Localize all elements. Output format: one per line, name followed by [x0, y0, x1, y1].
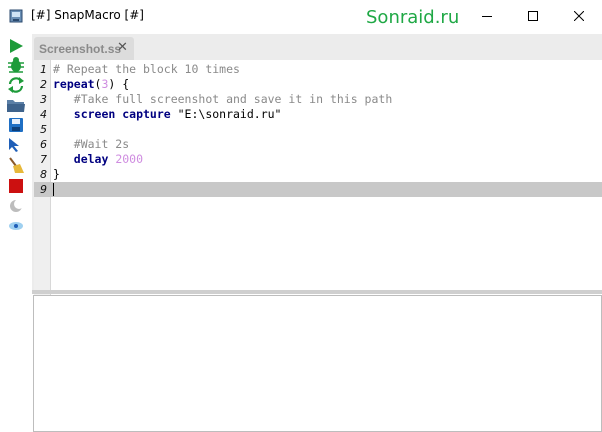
minimize-button[interactable] — [464, 0, 510, 32]
editor-panel: Screenshot.ss ✕ 1 # Repeat the block 10 t… — [32, 34, 602, 296]
tab-label: Screenshot.ss — [39, 42, 122, 56]
line-number: 4 — [40, 108, 47, 121]
run-button[interactable] — [7, 37, 25, 55]
pointer-button[interactable] — [7, 136, 25, 154]
clear-button[interactable] — [7, 156, 25, 174]
code-line[interactable]: 1 # Repeat the block 10 times — [34, 62, 602, 77]
line-number: 7 — [40, 153, 47, 166]
save-button[interactable] — [7, 116, 25, 134]
code-token: #Take full screenshot and save it in thi… — [53, 92, 393, 106]
line-number: 5 — [40, 123, 47, 136]
code-line[interactable]: 7 delay 2000 — [34, 152, 602, 167]
code-token: repeat — [53, 77, 95, 91]
line-text: # Repeat the block 10 times — [53, 62, 240, 77]
code-token: "E:\sonraid.ru" — [177, 107, 282, 121]
tab-bar: Screenshot.ss ✕ — [32, 34, 602, 60]
save-icon — [9, 118, 23, 132]
line-number: 9 — [40, 183, 47, 196]
code-token: # Repeat the block 10 times — [53, 62, 240, 76]
maximize-button[interactable] — [510, 0, 556, 32]
line-text: delay 2000 — [53, 152, 143, 167]
eye-icon — [9, 222, 23, 230]
stop-icon — [9, 179, 23, 193]
night-mode-button[interactable] — [7, 197, 25, 215]
reload-icon — [8, 77, 24, 93]
code-line[interactable]: 5 — [34, 122, 602, 137]
stop-button[interactable] — [7, 177, 25, 195]
code-token: screen capture — [53, 107, 178, 121]
code-token: delay — [53, 152, 116, 166]
line-text: #Take full screenshot and save it in thi… — [53, 92, 393, 107]
code-line[interactable]: 8} — [34, 167, 602, 182]
code-line[interactable]: 3 #Take full screenshot and save it in t… — [34, 92, 602, 107]
open-folder-icon — [7, 100, 25, 112]
code-line[interactable]: 2 repeat(3) { — [34, 77, 602, 92]
code-token: 2000 — [115, 152, 144, 166]
panel-splitter[interactable] — [32, 290, 602, 294]
line-text: screen capture "E:\sonraid.ru" — [53, 107, 282, 122]
text-caret — [53, 183, 54, 196]
window-title: [#] SnapMacro [#] — [31, 8, 144, 22]
pointer-icon — [9, 138, 19, 152]
line-text: #Wait 2s — [53, 137, 129, 152]
tab-close-icon[interactable]: ✕ — [117, 40, 128, 55]
code-token: ) { — [108, 77, 130, 91]
close-button[interactable] — [556, 0, 602, 32]
line-text: repeat(3) { — [53, 77, 129, 92]
watermark-text: Sonraid.ru — [366, 7, 460, 28]
code-token: #Wait 2s — [53, 137, 130, 151]
reload-button[interactable] — [7, 76, 25, 94]
title-bar: [#] SnapMacro [#] Sonraid.ru — [0, 0, 602, 32]
open-button[interactable] — [7, 96, 25, 114]
line-number: 2 — [40, 78, 47, 91]
app-icon — [8, 8, 24, 24]
debug-bug-icon — [8, 57, 24, 73]
line-text: } — [53, 167, 60, 182]
line-number: 3 — [40, 93, 47, 106]
clear-broom-icon — [9, 157, 24, 173]
run-icon — [10, 39, 23, 53]
output-panel[interactable] — [33, 295, 602, 432]
code-line[interactable]: 4 screen capture "E:\sonraid.ru" — [34, 107, 602, 122]
debug-button[interactable] — [7, 56, 25, 74]
tab-screenshot[interactable]: Screenshot.ss ✕ — [34, 37, 134, 60]
line-number: 1 — [40, 63, 47, 76]
code-editor[interactable]: 1 # Repeat the block 10 times 2 repeat(3) {… — [34, 60, 602, 296]
view-button[interactable] — [7, 217, 25, 235]
code-line[interactable]: 9 — [34, 182, 602, 197]
line-number: 8 — [40, 168, 47, 181]
close-icon — [574, 11, 584, 21]
code-line[interactable]: 6 #Wait 2s — [34, 137, 602, 152]
maximize-icon — [528, 11, 538, 21]
moon-icon — [10, 199, 24, 212]
line-number: 6 — [40, 138, 47, 151]
minimize-icon — [482, 16, 492, 17]
toolbar — [0, 34, 32, 432]
code-token: } — [53, 167, 60, 181]
